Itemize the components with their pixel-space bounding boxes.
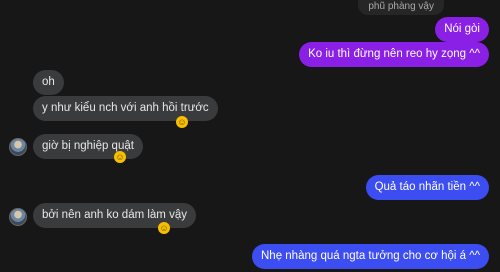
chat-thread: phũ phàng vậy Nói gòi Ko iu thì đừng nên… — [0, 0, 500, 272]
message-outgoing[interactable]: Nhẹ nhàng quá ngta tưởng cho cơ hội á ^^ — [252, 244, 489, 269]
message-outgoing[interactable]: Quả táo nhãn tiền ^^ — [365, 175, 489, 200]
message-incoming[interactable]: y như kiểu nch với anh hồi trước — [33, 96, 218, 121]
contact-avatar[interactable] — [9, 208, 27, 226]
message-outgoing[interactable]: Nói gòi — [435, 17, 489, 42]
message-outgoing[interactable]: Ko iu thì đừng nên reo hy zọng ^^ — [299, 42, 489, 67]
reaction-smile-icon[interactable] — [114, 151, 126, 163]
message-incoming[interactable]: oh — [33, 70, 64, 95]
replied-message-quote[interactable]: phũ phàng vậy — [358, 0, 444, 15]
contact-avatar[interactable] — [9, 138, 27, 156]
message-incoming[interactable]: giờ bị nghiệp quật — [33, 134, 143, 159]
reaction-smile-icon[interactable] — [176, 116, 188, 128]
reaction-smile-icon[interactable] — [158, 222, 170, 234]
message-incoming[interactable]: bởi nên anh ko dám làm vậy — [33, 203, 196, 228]
